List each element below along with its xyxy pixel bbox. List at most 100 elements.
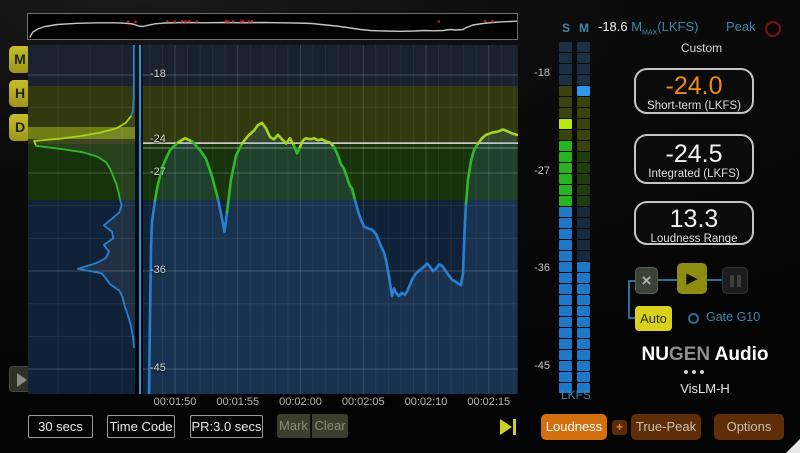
skip-icon <box>513 419 516 435</box>
meter-scale-label: -45 <box>516 360 550 372</box>
true-peak-over-dot <box>173 20 176 23</box>
clear-button[interactable]: Clear <box>312 414 348 438</box>
meter-segment-s <box>559 97 572 107</box>
true-peak-over-dot <box>134 20 137 23</box>
true-peak-over-dot <box>227 20 230 23</box>
graph-scale-label: -36 <box>150 264 166 276</box>
meter-segment-s <box>559 262 572 272</box>
graph-scale-label: -27 <box>150 166 166 178</box>
true-peak-over-dot <box>248 20 251 23</box>
meter-segment-s <box>559 42 572 52</box>
time-tick-label: 00:02:00 <box>270 396 332 408</box>
loudness-view-button[interactable]: Loudness <box>541 414 607 440</box>
meter-segment-m <box>577 42 590 52</box>
meter-unit-label: LKFS <box>546 388 606 402</box>
mmax-readout: -18.6 MMAX(LKFS) <box>598 19 698 37</box>
meter-segment-m <box>577 119 590 129</box>
meter-scale-label: -36 <box>516 262 550 274</box>
gate-radio[interactable] <box>688 313 699 324</box>
meter-segment-s <box>559 196 572 206</box>
meter-segment-s <box>559 350 572 360</box>
time-tick-label: 00:02:05 <box>332 396 394 408</box>
meter-segment-m <box>577 86 590 96</box>
meter-segment-m <box>577 108 590 118</box>
meter-segment-m <box>577 372 590 382</box>
timecode-mode-select[interactable]: Time Code <box>107 415 175 438</box>
true-peak-over-dot <box>181 20 184 23</box>
add-view-button[interactable]: + <box>612 420 627 435</box>
graph-scale-label: -24 <box>150 133 166 145</box>
auto-link-line <box>628 317 635 319</box>
loudness-overview-strip[interactable] <box>27 13 518 40</box>
meter-segment-m <box>577 328 590 338</box>
resize-handle[interactable] <box>786 439 800 453</box>
meter-segment-s <box>559 317 572 327</box>
auto-button[interactable]: Auto <box>635 306 672 331</box>
meter-segment-m <box>577 141 590 151</box>
loudness-range-label: Loudness Range <box>636 233 752 245</box>
integrated-label: Integrated (LKFS) <box>636 168 752 180</box>
skip-icon <box>500 419 512 435</box>
meter-segment-m <box>577 196 590 206</box>
meter-segment-m <box>577 240 590 250</box>
meter-segment-m <box>577 284 590 294</box>
meter-segment-s <box>559 306 572 316</box>
transport-connector <box>707 279 722 281</box>
preset-name[interactable]: Custom <box>634 41 769 55</box>
true-peak-view-button[interactable]: True-Peak <box>631 414 701 440</box>
meter-segment-s <box>559 240 572 250</box>
mmax-sub: MAX <box>642 30 657 37</box>
loudness-history-graph[interactable]: -18-24-27-36-45 <box>143 45 518 394</box>
pr-window-select[interactable]: PR:3.0 secs <box>190 415 263 438</box>
loudness-curve <box>143 45 518 394</box>
short-term-label: Short-term (LKFS) <box>636 100 752 112</box>
meter-segment-m <box>577 317 590 327</box>
meter-scale-label: -27 <box>516 165 550 177</box>
meter-segment-s <box>559 328 572 338</box>
nugen-logo: NUGEN Audio <box>625 344 785 366</box>
skip-to-end-button[interactable] <box>500 419 516 435</box>
mmax-unit: (LKFS) <box>657 19 698 34</box>
meter-segment-m <box>577 185 590 195</box>
vislm-window: M H D -18-24-27-36-45 00:01:5000:01:5500… <box>0 0 800 453</box>
meter-segment-s <box>559 185 572 195</box>
true-peak-over-dot <box>188 20 191 23</box>
meter-segment-m <box>577 361 590 371</box>
true-peak-over-dot <box>491 20 494 23</box>
short-term-readout: -24.0 Short-term (LKFS) <box>634 68 754 114</box>
meter-segment-s <box>559 339 572 349</box>
options-button[interactable]: Options <box>714 414 784 440</box>
meter-segment-m <box>577 97 590 107</box>
meter-segment-s <box>559 174 572 184</box>
meter-segment-m <box>577 207 590 217</box>
peak-indicator-ring[interactable] <box>765 21 781 37</box>
meter-segment-s <box>559 108 572 118</box>
meter-col-header-s: S <box>559 21 573 35</box>
true-peak-over-dot <box>484 20 487 23</box>
meter-segment-s <box>559 64 572 74</box>
pause-icon <box>730 275 734 287</box>
true-peak-over-dot <box>239 20 242 23</box>
pause-button[interactable] <box>722 267 748 294</box>
meter-segment-m <box>577 262 590 272</box>
meter-segment-m <box>577 64 590 74</box>
mark-button[interactable]: Mark <box>277 414 311 438</box>
play-button[interactable]: ▶ <box>677 263 707 294</box>
meter-segment-s <box>559 130 572 140</box>
meter-segment-m <box>577 152 590 162</box>
playhead-cursor[interactable] <box>139 45 141 394</box>
time-tick-label: 00:01:55 <box>207 396 269 408</box>
meter-segment-m <box>577 273 590 283</box>
true-peak-over-dot <box>251 20 254 23</box>
meter-col-header-m: M <box>577 21 591 35</box>
play-icon <box>17 373 27 387</box>
meter-segment-m <box>577 251 590 261</box>
meter-segment-m <box>577 130 590 140</box>
meter-segment-m <box>577 218 590 228</box>
graph-scale-label: -45 <box>150 362 166 374</box>
window-length-select[interactable]: 30 secs <box>28 415 93 438</box>
mmax-m: M <box>631 19 642 34</box>
auto-link-line <box>628 280 630 319</box>
reset-button[interactable]: × <box>635 267 658 294</box>
integrated-readout: -24.5 Integrated (LKFS) <box>634 134 754 184</box>
